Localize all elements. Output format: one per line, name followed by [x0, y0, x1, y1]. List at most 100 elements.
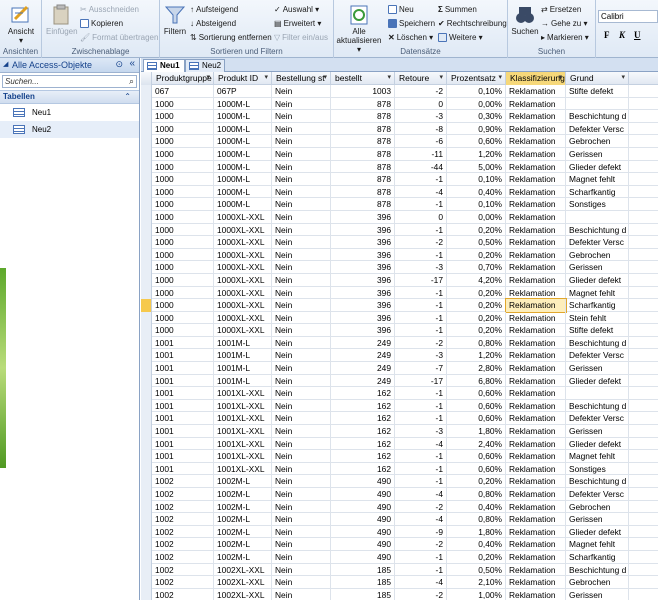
row-selector[interactable] [141, 576, 152, 589]
column-filter-arrow-icon[interactable]: ▾ [264, 72, 268, 84]
cell-klassifizierung[interactable]: Reklamation [506, 538, 566, 551]
cell-prozentsatz[interactable]: 0,20% [447, 248, 506, 262]
row-selector[interactable] [141, 488, 152, 501]
table-row[interactable]: 1000 1000XL-XXL Nein 396 -17 4,20% Reklamation… [141, 273, 658, 287]
cell-produktgruppe[interactable]: 1002 [152, 538, 214, 551]
cell-grund[interactable]: Glieder defekt [566, 525, 629, 539]
cell-retoure[interactable]: -3 [395, 110, 447, 123]
cell-bestellung[interactable]: Nein [272, 286, 331, 300]
font-name-select[interactable]: Calibri [598, 10, 658, 23]
cell-produktgruppe[interactable]: 1002 [152, 588, 214, 600]
table-row[interactable]: 1000 1000M-L Nein 878 -1 0,10% Reklamation Sons… [141, 198, 658, 211]
cell-retoure[interactable]: -1 [395, 299, 447, 312]
gehe-zu-button[interactable]: → Gehe zu ▾ [541, 19, 587, 28]
table-row[interactable]: 1002 1002XL-XXL Nein 185 -2 1,00% Reklamation G… [141, 588, 658, 600]
suchen-button[interactable]: Suchen [510, 4, 540, 36]
cell-grund[interactable]: Magnet fehlt [566, 538, 629, 551]
cell-bestellung[interactable]: Nein [272, 450, 331, 463]
cell-produkt-id[interactable]: 1001XL-XXL [214, 425, 272, 438]
cell-bestellung[interactable]: Nein [272, 273, 331, 287]
cell-bestellt[interactable]: 162 [331, 450, 395, 463]
cell-prozentsatz[interactable]: 0,70% [447, 261, 506, 274]
column-header-bestellt[interactable]: bestellt ▾ [331, 72, 395, 85]
cell-produkt-id[interactable]: 1000XL-XXL [214, 286, 272, 300]
cell-bestellung[interactable]: Nein [272, 311, 331, 325]
cell-produktgruppe[interactable]: 1002 [152, 525, 214, 539]
row-selector[interactable] [141, 525, 152, 539]
cell-prozentsatz[interactable]: 0,60% [447, 399, 506, 413]
table-row[interactable]: 1000 1000XL-XXL Nein 396 -3 0,70% Reklamation G… [141, 261, 658, 274]
row-selector[interactable] [141, 588, 152, 600]
table-row[interactable]: 1001 1001M-L Nein 249 -3 1,20% Reklamation Defe… [141, 349, 658, 363]
cell-produkt-id[interactable]: 1001XL-XXL [214, 437, 272, 451]
cell-produkt-id[interactable]: 1001M-L [214, 349, 272, 363]
cell-prozentsatz[interactable]: 5,00% [447, 160, 506, 174]
cell-grund[interactable]: Gebrochen [566, 248, 629, 262]
row-selector[interactable] [141, 336, 152, 350]
cell-grund[interactable]: Beschichtung d [566, 563, 629, 577]
cell-bestellung[interactable]: Nein [272, 97, 331, 111]
cell-bestellt[interactable]: 1003 [331, 85, 395, 98]
table-row[interactable]: 1002 1002XL-XXL Nein 185 -1 0,50% Reklamation B… [141, 563, 658, 577]
column-header-grund[interactable]: Grund ▾ [566, 72, 629, 85]
cell-klassifizierung[interactable]: Reklamation [506, 576, 566, 589]
cell-prozentsatz[interactable]: 0,50% [447, 236, 506, 249]
cell-bestellt[interactable]: 878 [331, 110, 395, 123]
cell-grund[interactable]: Gerissen [566, 362, 629, 375]
table-row[interactable]: 1001 1001XL-XXL Nein 162 -1 0,60% Reklamation B… [141, 399, 658, 413]
cell-grund[interactable]: Gerissen [566, 513, 629, 526]
cell-klassifizierung[interactable]: Reklamation [506, 475, 566, 488]
column-filter-arrow-icon[interactable]: ▾ [439, 72, 443, 84]
cell-bestellt[interactable]: 396 [331, 261, 395, 274]
cell-bestellt[interactable]: 490 [331, 550, 395, 564]
table-row[interactable]: 1000 1000XL-XXL Nein 396 -1 0,20% Reklamation M… [141, 286, 658, 300]
cell-klassifizierung[interactable]: Reklamation [506, 185, 566, 199]
cell-prozentsatz[interactable]: 0,80% [447, 488, 506, 501]
cell-grund[interactable]: Gebrochen [566, 500, 629, 514]
cell-retoure[interactable]: -4 [395, 488, 447, 501]
cell-produktgruppe[interactable]: 1000 [152, 198, 214, 211]
table-row[interactable]: 1002 1002M-L Nein 490 -2 0,40% Reklamation Gebr… [141, 500, 658, 514]
cell-produkt-id[interactable]: 1002XL-XXL [214, 576, 272, 589]
cell-retoure[interactable]: -2 [395, 588, 447, 600]
cell-bestellt[interactable]: 162 [331, 462, 395, 476]
cell-grund[interactable] [566, 387, 629, 400]
cell-klassifizierung[interactable]: Reklamation [506, 311, 566, 325]
cell-prozentsatz[interactable]: 2,40% [447, 437, 506, 451]
cell-retoure[interactable]: -2 [395, 500, 447, 514]
cell-bestellt[interactable]: 185 [331, 563, 395, 577]
cell-produkt-id[interactable]: 1000XL-XXL [214, 311, 272, 325]
cell-klassifizierung[interactable]: Reklamation [506, 399, 566, 413]
cell-produktgruppe[interactable]: 1002 [152, 500, 214, 514]
row-selector[interactable] [141, 399, 152, 413]
cell-produktgruppe[interactable]: 1000 [152, 311, 214, 325]
cell-prozentsatz[interactable]: 1,80% [447, 425, 506, 438]
bold-button[interactable]: F [604, 30, 610, 40]
cell-bestellung[interactable]: Nein [272, 538, 331, 551]
cell-prozentsatz[interactable]: 0,60% [447, 462, 506, 476]
cell-produktgruppe[interactable]: 1002 [152, 576, 214, 589]
cell-produkt-id[interactable]: 1000XL-XXL [214, 299, 272, 312]
row-selector[interactable] [141, 110, 152, 123]
cell-klassifizierung[interactable]: Reklamation [506, 437, 566, 451]
cell-grund[interactable]: Beschichtung d [566, 399, 629, 413]
cell-bestellung[interactable]: Nein [272, 336, 331, 350]
cell-grund[interactable]: Sonstiges [566, 462, 629, 476]
nav-search-input[interactable]: Suchen... ⌕ [2, 75, 137, 88]
cell-produktgruppe[interactable]: 1001 [152, 374, 214, 388]
row-selector[interactable] [141, 311, 152, 325]
cell-klassifizierung[interactable]: Reklamation [506, 425, 566, 438]
cell-prozentsatz[interactable]: 0,60% [447, 135, 506, 148]
cell-klassifizierung[interactable]: Reklamation [506, 525, 566, 539]
cell-bestellung[interactable]: Nein [272, 198, 331, 211]
cell-bestellt[interactable]: 490 [331, 525, 395, 539]
cell-retoure[interactable]: -1 [395, 324, 447, 337]
cell-prozentsatz[interactable]: 0,60% [447, 450, 506, 463]
cell-klassifizierung[interactable]: Reklamation [506, 147, 566, 161]
cell-produkt-id[interactable]: 1002M-L [214, 488, 272, 501]
speichern-button[interactable]: Speichern [388, 19, 435, 28]
cell-prozentsatz[interactable]: 0,20% [447, 324, 506, 337]
cell-produkt-id[interactable]: 1000XL-XXL [214, 324, 272, 337]
cell-retoure[interactable]: -1 [395, 173, 447, 186]
cell-produktgruppe[interactable]: 1002 [152, 475, 214, 488]
